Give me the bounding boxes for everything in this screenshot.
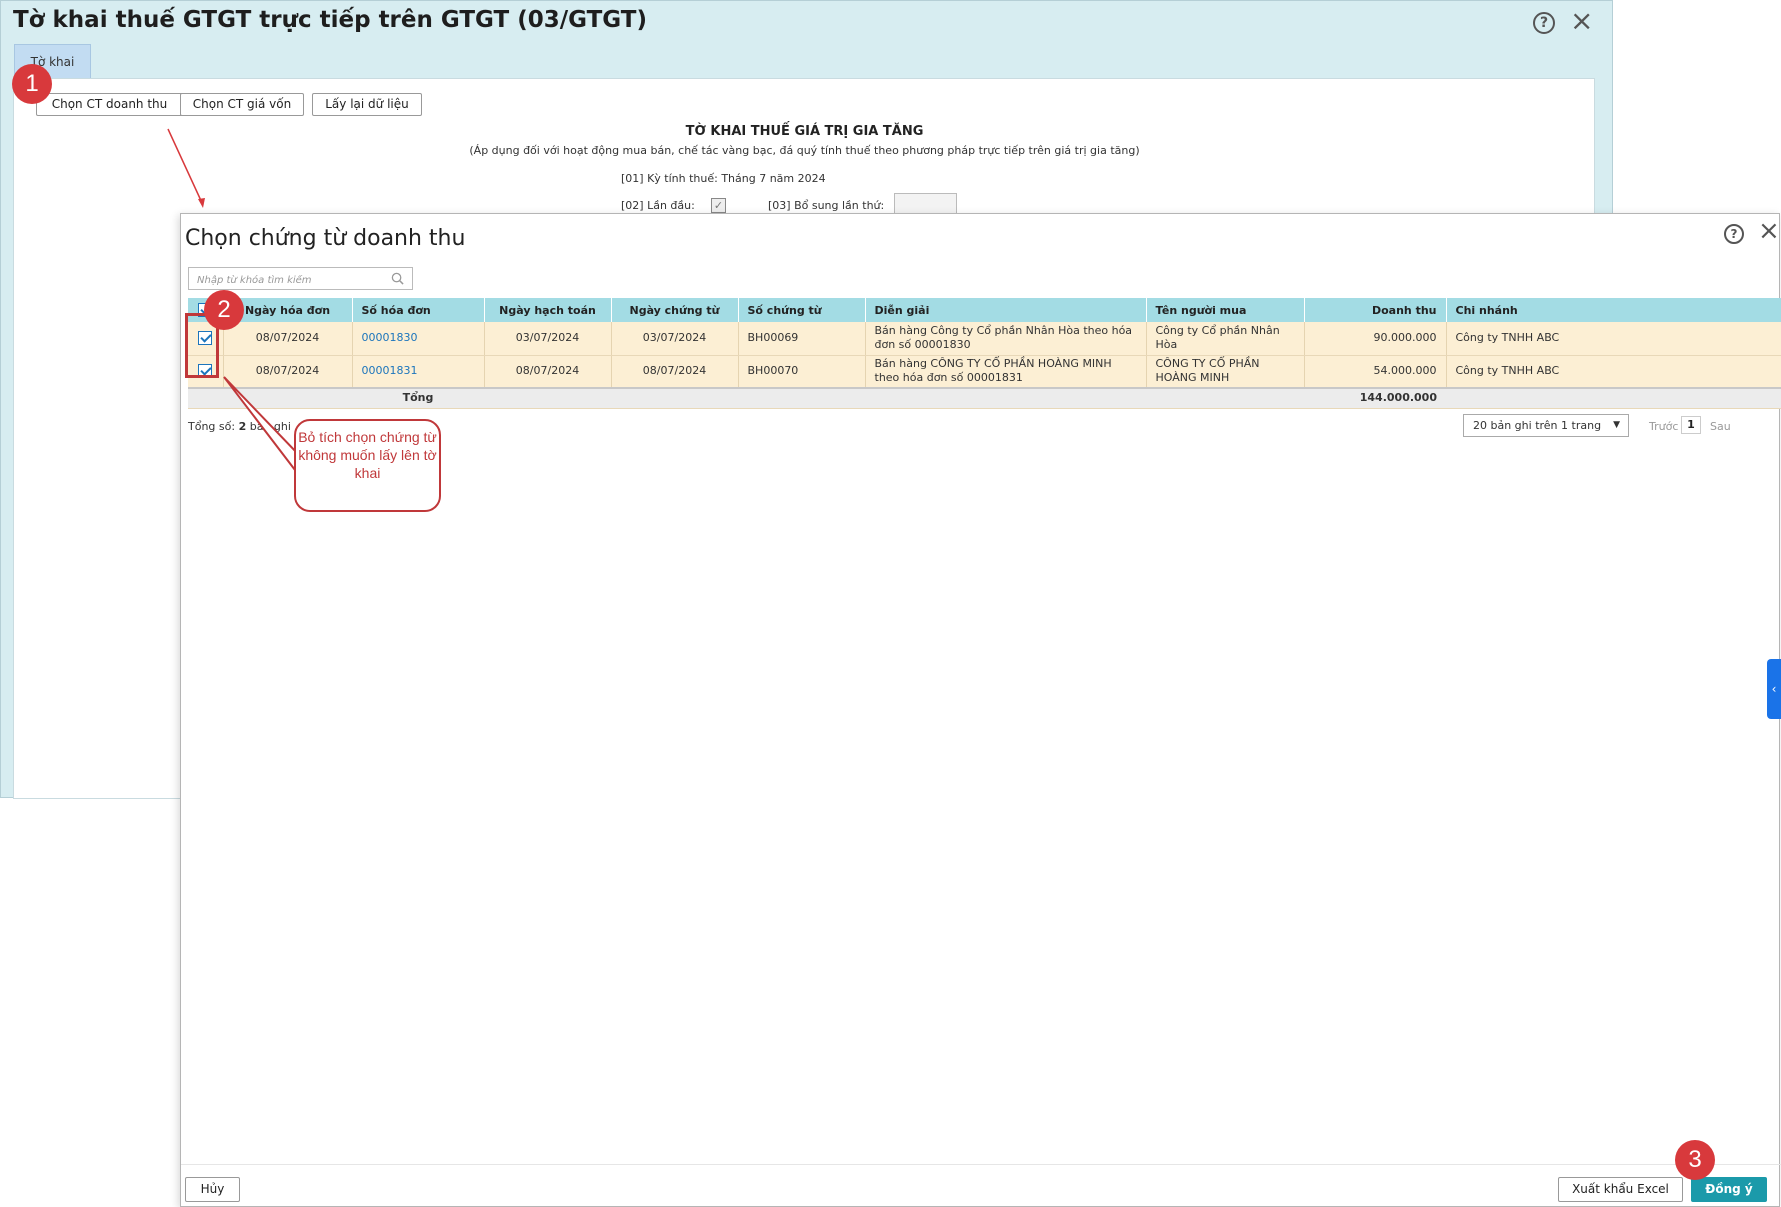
- step-badge-3: 3: [1675, 1140, 1715, 1180]
- invoice-date: 08/07/2024: [223, 355, 353, 389]
- voucher-table: Ngày hóa đơn Số hóa đơn Ngày hạch toán N…: [188, 298, 1781, 409]
- chevron-down-icon: ▼: [1613, 420, 1620, 430]
- search-icon[interactable]: [391, 272, 404, 285]
- first-time-label: [02] Lần đầu:: [621, 199, 695, 212]
- export-excel-button[interactable]: Xuất khẩu Excel: [1558, 1177, 1683, 1202]
- prev-page-link[interactable]: Trước: [1649, 420, 1678, 433]
- search-box: [188, 267, 413, 291]
- cancel-button[interactable]: Hủy: [185, 1177, 240, 1202]
- revenue: 54.000.000: [1304, 355, 1447, 389]
- total-row: Tổng 144.000.000: [188, 387, 1781, 409]
- posting-date: 08/07/2024: [484, 355, 612, 389]
- tax-period: [01] Kỳ tính thuế: Tháng 7 năm 2024: [621, 172, 826, 185]
- col-invoice-no[interactable]: Số hóa đơn: [352, 298, 485, 322]
- page-size-select[interactable]: 20 bản ghi trên 1 trang ▼: [1463, 414, 1629, 437]
- side-panel-toggle[interactable]: ‹: [1767, 659, 1781, 719]
- table-row[interactable]: 08/07/2024 00001831 08/07/2024 08/07/202…: [188, 355, 1781, 389]
- search-input[interactable]: [189, 270, 379, 291]
- col-description[interactable]: Diễn giải: [865, 298, 1147, 322]
- col-voucher-no[interactable]: Số chứng từ: [738, 298, 866, 322]
- voucher-date: 03/07/2024: [611, 322, 739, 356]
- posting-date: 03/07/2024: [484, 322, 612, 356]
- choose-revenue-dialog: Chọn chứng từ doanh thu ? × Ngày hóa đơn…: [180, 213, 1781, 1207]
- voucher-date: 08/07/2024: [611, 355, 739, 389]
- col-voucher-date[interactable]: Ngày chứng từ: [611, 298, 739, 322]
- form-subheading: (Áp dụng đối với hoạt động mua bán, chế …: [469, 144, 1140, 157]
- total-label: Tổng: [352, 387, 484, 409]
- close-icon[interactable]: ×: [1570, 7, 1593, 35]
- total-revenue: 144.000.000: [1304, 387, 1446, 409]
- record-count: Tổng số: 2 bản ghi: [188, 420, 291, 433]
- invoice-date: 08/07/2024: [223, 322, 353, 356]
- supplement-input[interactable]: [894, 193, 957, 215]
- voucher-no: BH00069: [738, 322, 866, 356]
- branch: Công ty TNHH ABC: [1446, 355, 1781, 389]
- help-icon[interactable]: ?: [1533, 12, 1555, 34]
- voucher-no: BH00070: [738, 355, 866, 389]
- description: Bán hàng CÔNG TY CỔ PHẦN HOÀNG MINH theo…: [865, 355, 1147, 389]
- buyer-name: Công ty Cổ phần Nhân Hòa: [1146, 322, 1305, 356]
- help-icon[interactable]: ?: [1724, 224, 1744, 244]
- agree-button[interactable]: Đồng ý: [1691, 1177, 1767, 1202]
- col-branch[interactable]: Chi nhánh: [1446, 298, 1781, 322]
- first-time-checkbox[interactable]: ✓: [711, 198, 726, 213]
- table-header: Ngày hóa đơn Số hóa đơn Ngày hạch toán N…: [188, 298, 1781, 322]
- choose-cost-button[interactable]: Chọn CT giá vốn: [180, 93, 304, 116]
- reload-data-button[interactable]: Lấy lại dữ liệu: [312, 93, 422, 116]
- close-icon[interactable]: ×: [1758, 218, 1780, 244]
- callout-note: Bỏ tích chọn chứng từ không muốn lấy lên…: [294, 419, 441, 512]
- next-page-link[interactable]: Sau: [1710, 420, 1731, 433]
- buyer-name: CÔNG TY CỔ PHẦN HOÀNG MINH: [1146, 355, 1305, 389]
- description: Bán hàng Công ty Cổ phần Nhân Hòa theo h…: [865, 322, 1147, 356]
- supplement-label: [03] Bổ sung lần thứ:: [768, 199, 885, 212]
- choose-revenue-button[interactable]: Chọn CT doanh thu: [36, 93, 183, 116]
- invoice-no-link[interactable]: 00001830: [352, 322, 485, 356]
- revenue: 90.000.000: [1304, 322, 1447, 356]
- dialog-title: Chọn chứng từ doanh thu: [185, 226, 466, 251]
- footer-divider: [181, 1164, 1781, 1165]
- step-badge-2: 2: [204, 290, 244, 330]
- form-heading: TỜ KHAI THUẾ GIÁ TRỊ GIA TĂNG: [685, 124, 924, 139]
- table-row[interactable]: 08/07/2024 00001830 03/07/2024 03/07/202…: [188, 322, 1781, 356]
- branch: Công ty TNHH ABC: [1446, 322, 1781, 356]
- col-posting-date[interactable]: Ngày hạch toán: [484, 298, 612, 322]
- page-number[interactable]: 1: [1681, 416, 1701, 434]
- main-window-title: Tờ khai thuế GTGT trực tiếp trên GTGT (0…: [13, 7, 647, 33]
- col-revenue[interactable]: Doanh thu: [1304, 298, 1447, 322]
- col-buyer[interactable]: Tên người mua: [1146, 298, 1305, 322]
- step-badge-1: 1: [12, 64, 52, 104]
- invoice-no-link[interactable]: 00001831: [352, 355, 485, 389]
